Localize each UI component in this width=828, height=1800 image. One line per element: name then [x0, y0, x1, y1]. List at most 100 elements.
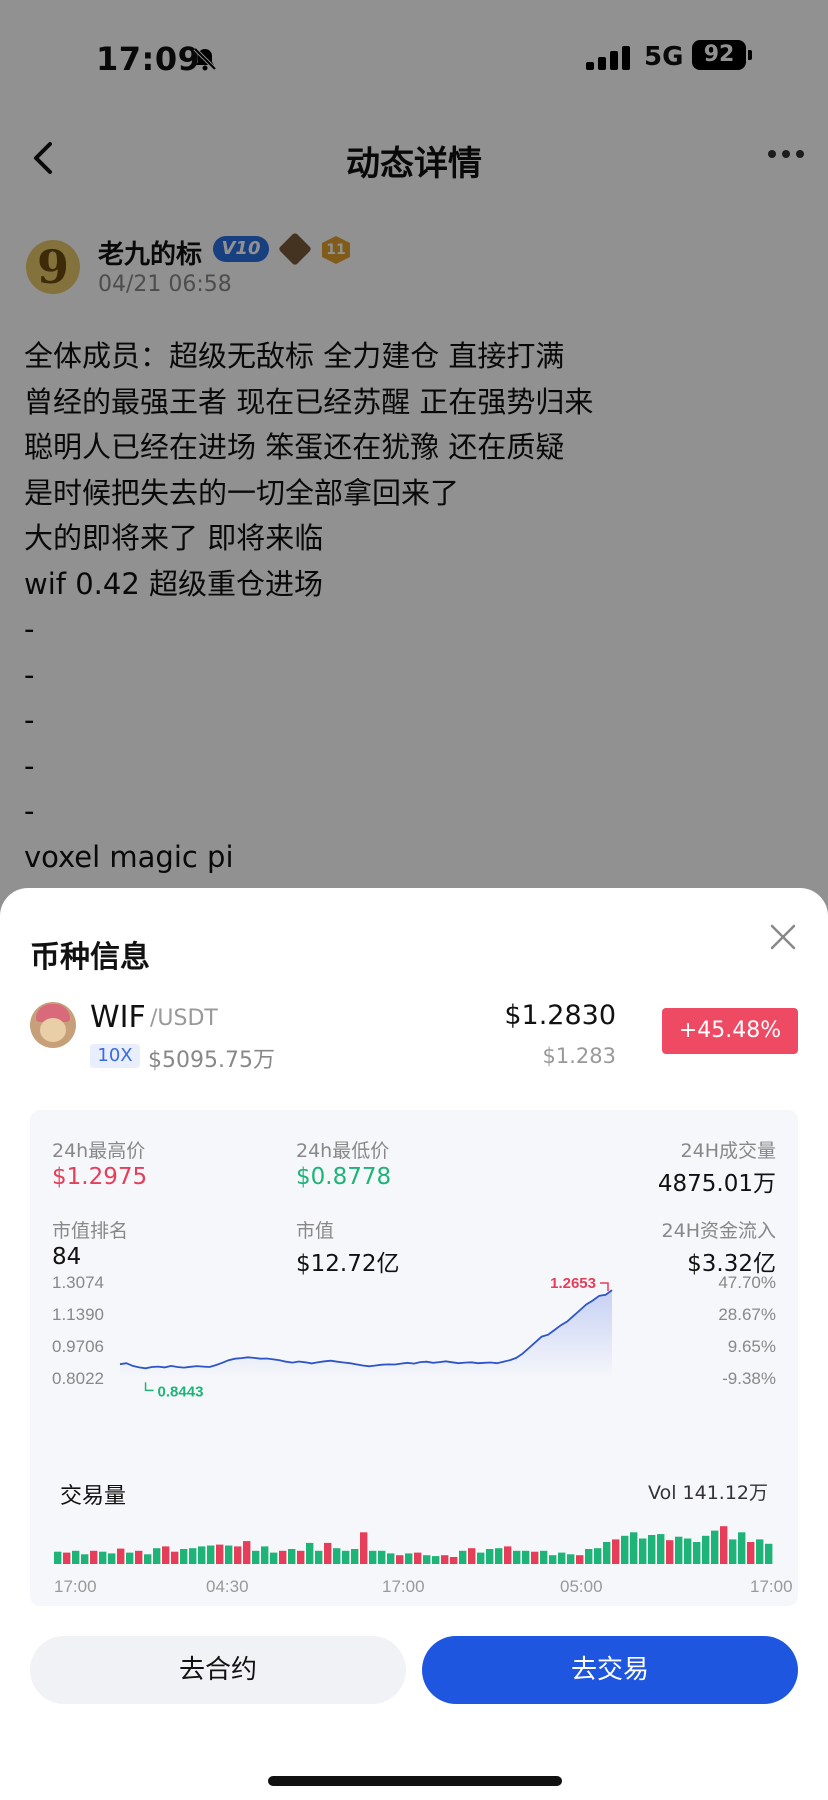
inflow-label: 24H资金流入	[661, 1220, 776, 1242]
volume-bar	[342, 1550, 350, 1564]
volume-bar	[198, 1546, 206, 1564]
volume-bar	[63, 1552, 71, 1564]
volume-bar	[585, 1549, 593, 1564]
stats-card: 24h最高价 $1.2975 24h最低价 $0.8778 24H成交量 487…	[30, 1110, 798, 1606]
min-price-label: 0.8443	[158, 1383, 204, 1400]
leverage-tag: 10X	[90, 1044, 140, 1068]
volume-bar	[54, 1551, 62, 1564]
volume-bar	[702, 1535, 710, 1564]
rank-value: 84	[52, 1244, 82, 1270]
volume-bar	[540, 1550, 548, 1564]
volume-bar	[135, 1550, 143, 1564]
volume-bar	[468, 1548, 476, 1564]
volume-bar	[315, 1550, 323, 1564]
coin-symbol: WIF	[90, 1000, 146, 1035]
y-tick-label: 1.1390	[52, 1305, 104, 1324]
volume-bar	[378, 1550, 386, 1564]
volume-bar	[414, 1552, 422, 1564]
y-tick-label: 0.8022	[52, 1369, 104, 1388]
price-chart[interactable]: 1.3074 47.70% 1.1390 28.67% 0.9706 9.65% 0.802…	[30, 1270, 798, 1430]
volume-x-label: 17:00	[750, 1577, 793, 1596]
go-contract-button[interactable]: 去合约	[30, 1636, 406, 1704]
volume-bar	[666, 1540, 674, 1564]
pct-tick-label: -9.38%	[722, 1369, 776, 1388]
volume-bar	[621, 1535, 629, 1564]
vol24-value: 4875.01万	[657, 1171, 776, 1197]
volume-bar	[711, 1530, 719, 1564]
volume-bar	[423, 1555, 431, 1564]
volume-bar	[333, 1548, 341, 1564]
volume-bar	[747, 1542, 755, 1564]
low-value: $0.8778	[296, 1164, 392, 1190]
volume-bar	[639, 1538, 647, 1564]
volume-bar	[252, 1550, 260, 1564]
volume-bar	[495, 1548, 503, 1564]
volume-bar	[576, 1555, 584, 1564]
coin-price-usd: $1.283	[542, 1044, 616, 1068]
volume-bar	[369, 1550, 377, 1564]
pct-tick-label: 9.65%	[728, 1337, 776, 1356]
volume-bar	[648, 1535, 656, 1564]
volume-bar	[279, 1550, 287, 1564]
pct-tick-label: 47.70%	[718, 1273, 776, 1292]
volume-bar	[153, 1548, 161, 1564]
volume-bar	[603, 1542, 611, 1564]
volume-total: Vol 141.12万	[648, 1482, 768, 1504]
volume-bar	[405, 1553, 413, 1564]
volume-bar	[657, 1534, 665, 1564]
volume-bar	[765, 1543, 773, 1564]
volume-bar	[720, 1526, 728, 1564]
volume-bar	[513, 1550, 521, 1564]
y-tick-label: 0.9706	[52, 1337, 104, 1356]
volume-bar	[90, 1550, 98, 1564]
volume-bar	[189, 1548, 197, 1564]
volume-bar	[360, 1532, 368, 1564]
coin-logo	[30, 1002, 76, 1048]
price-area	[120, 1290, 612, 1378]
volume-bar	[729, 1539, 737, 1564]
volume-bar	[504, 1546, 512, 1564]
volume-bar	[126, 1552, 134, 1564]
coin-summary-row[interactable]: WIF /USDT 10X $5095.75万 $1.2830 $1.283 +…	[0, 998, 828, 1078]
high-value: $1.2975	[52, 1164, 148, 1190]
mcap-label: 市值	[296, 1220, 335, 1242]
volume-bar	[531, 1551, 539, 1564]
volume-bar	[693, 1542, 701, 1564]
vol24-label: 24H成交量	[680, 1140, 776, 1162]
coin-quote: /USDT	[150, 1006, 218, 1031]
max-marker	[600, 1282, 609, 1291]
high-label: 24h最高价	[52, 1140, 146, 1162]
volume-bar	[324, 1542, 332, 1564]
home-indicator	[268, 1776, 562, 1786]
volume-bar	[612, 1539, 620, 1564]
pct-tick-label: 28.67%	[718, 1305, 776, 1324]
volume-bar	[144, 1554, 152, 1564]
volume-bar	[351, 1549, 359, 1564]
go-trade-button[interactable]: 去交易	[422, 1636, 798, 1704]
min-marker	[144, 1382, 154, 1392]
volume-bar	[477, 1552, 485, 1564]
rank-label: 市值排名	[52, 1220, 129, 1242]
volume-bar	[432, 1556, 440, 1564]
volume-bar	[549, 1555, 557, 1564]
volume-bar	[108, 1553, 116, 1564]
market-volume: $5095.75万	[148, 1048, 275, 1073]
volume-bar	[180, 1549, 188, 1564]
close-icon[interactable]	[766, 920, 800, 954]
volume-bar	[459, 1550, 467, 1564]
volume-bar	[567, 1554, 575, 1564]
volume-x-label: 17:00	[54, 1577, 97, 1596]
volume-bar	[558, 1552, 566, 1564]
volume-bar	[225, 1545, 233, 1564]
volume-x-label: 04:30	[206, 1577, 249, 1596]
volume-bar	[297, 1550, 305, 1564]
y-tick-label: 1.3074	[52, 1273, 104, 1292]
volume-bar	[450, 1557, 458, 1564]
volume-bar	[117, 1548, 125, 1564]
volume-bar	[99, 1551, 107, 1564]
volume-bar	[171, 1551, 179, 1564]
volume-bar	[243, 1541, 251, 1564]
volume-bar	[684, 1538, 692, 1564]
volume-bar	[738, 1532, 746, 1564]
volume-bar	[72, 1550, 80, 1564]
